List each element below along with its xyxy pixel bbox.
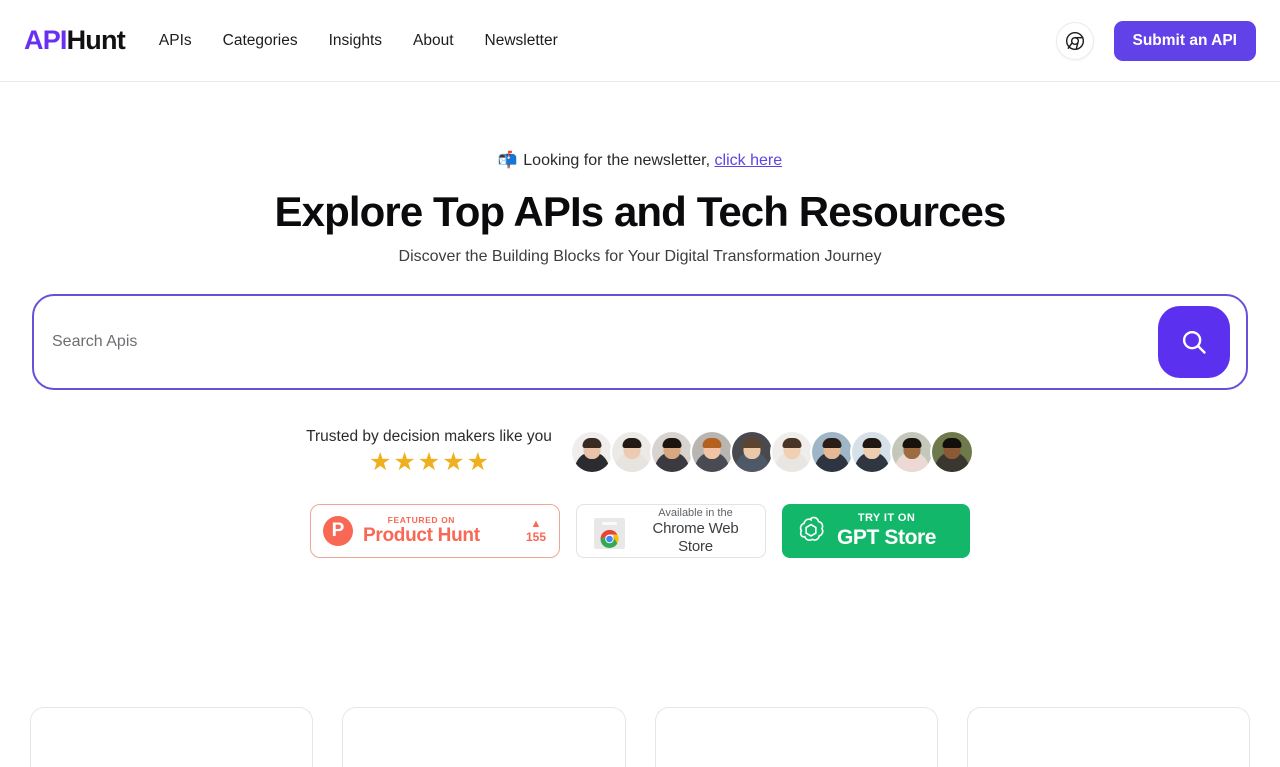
- avatar: [809, 429, 854, 474]
- product-hunt-name: Product Hunt: [363, 525, 480, 547]
- star-icon: ★: [466, 448, 490, 477]
- main-nav: APIs Categories Insights About Newslette…: [159, 32, 558, 50]
- chrome-web-store-icon: [591, 513, 628, 550]
- logo-part-api: API: [24, 25, 67, 55]
- avatar: [569, 429, 614, 474]
- logo-part-hunt: Hunt: [66, 25, 126, 55]
- avatar-hair: [702, 437, 722, 448]
- badge-row: P FEATURED ON Product Hunt ▲ 155 Availab…: [0, 504, 1280, 559]
- rating-stars: ★ ★ ★ ★ ★: [306, 450, 552, 475]
- search-bar[interactable]: [32, 294, 1248, 391]
- search-button[interactable]: [1158, 306, 1230, 379]
- hero-section: 📬 Looking for the newsletter, click here…: [0, 82, 1280, 559]
- api-card-2[interactable]: [342, 707, 626, 767]
- avatar-hair: [822, 437, 842, 448]
- avatar-hair: [862, 437, 882, 448]
- avatar-hair: [942, 437, 962, 448]
- api-card-3[interactable]: [654, 707, 938, 767]
- gpt-store-badge[interactable]: TRY IT ON GPT Store: [782, 504, 970, 559]
- mailbox-icon: 📬: [497, 152, 519, 169]
- search-input[interactable]: [52, 312, 1158, 373]
- gpt-store-try-label: TRY IT ON: [857, 512, 916, 525]
- nav-item-about[interactable]: About: [413, 32, 454, 50]
- chrome-icon: [1065, 31, 1084, 50]
- newsletter-banner: 📬 Looking for the newsletter, click here: [0, 150, 1280, 170]
- submit-api-button[interactable]: Submit an API: [1113, 20, 1256, 61]
- product-hunt-featured-label: FEATURED ON: [387, 515, 456, 526]
- gpt-store-texts: TRY IT ON GPT Store: [837, 513, 936, 549]
- chrome-web-store-badge[interactable]: Available in the Chrome Web Store: [576, 504, 766, 559]
- star-icon: ★: [442, 448, 465, 477]
- avatar-hair: [902, 437, 922, 448]
- nav-item-newsletter[interactable]: Newsletter: [485, 32, 558, 50]
- avatar: [849, 429, 894, 474]
- product-hunt-icon: P: [323, 516, 353, 547]
- api-card-1[interactable]: [30, 707, 314, 767]
- avatar: [929, 429, 974, 474]
- newsletter-text: Looking for the newsletter,: [523, 152, 711, 169]
- avatar: [649, 429, 694, 474]
- chrome-web-store-available-label: Available in the: [658, 506, 733, 519]
- avatar-group: [569, 429, 974, 474]
- trust-label: Trusted by decision makers like you: [306, 428, 552, 446]
- nav-item-apis[interactable]: APIs: [159, 32, 192, 50]
- star-icon: ★: [393, 448, 416, 477]
- nav-item-insights[interactable]: Insights: [329, 32, 382, 50]
- page-subtitle: Discover the Building Blocks for Your Di…: [398, 248, 882, 266]
- newsletter-link[interactable]: click here: [715, 152, 783, 169]
- avatar-hair: [582, 437, 602, 448]
- avatar-hair: [662, 437, 682, 448]
- nav-item-categories[interactable]: Categories: [223, 32, 298, 50]
- avatar: [769, 429, 814, 474]
- upvote-triangle-icon: ▲: [530, 517, 542, 530]
- site-header: APIHunt APIs Categories Insights About N…: [0, 0, 1280, 82]
- star-icon: ★: [368, 448, 392, 477]
- upvote-count: 155: [525, 529, 546, 544]
- api-card-4[interactable]: [966, 707, 1250, 767]
- search-icon: [1182, 330, 1206, 354]
- chrome-extension-button[interactable]: [1055, 21, 1094, 60]
- openai-icon: [799, 516, 824, 542]
- avatar-hair: [782, 437, 802, 448]
- product-hunt-texts: FEATURED ON Product Hunt: [363, 516, 480, 546]
- api-cards-row: [0, 707, 1280, 767]
- page-title: Explore Top APIs and Tech Resources: [274, 188, 1007, 235]
- avatar: [729, 429, 774, 474]
- avatar: [689, 429, 734, 474]
- logo[interactable]: APIHunt: [24, 25, 126, 56]
- avatar-hair: [742, 437, 762, 448]
- avatar-hair: [622, 437, 642, 448]
- trust-text-column: Trusted by decision makers like you ★ ★ …: [306, 428, 552, 475]
- avatar: [889, 429, 934, 474]
- chrome-web-store-name: Chrome Web Store: [652, 519, 739, 555]
- trust-section: Trusted by decision makers like you ★ ★ …: [0, 428, 1280, 475]
- chrome-web-store-texts: Available in the Chrome Web Store: [638, 507, 753, 555]
- header-actions: Submit an API: [1055, 20, 1256, 61]
- gpt-store-name: GPT Store: [837, 525, 937, 549]
- product-hunt-upvotes: ▲ 155: [525, 517, 546, 544]
- star-icon: ★: [417, 448, 441, 477]
- product-hunt-badge[interactable]: P FEATURED ON Product Hunt ▲ 155: [310, 504, 560, 559]
- avatar: [609, 429, 654, 474]
